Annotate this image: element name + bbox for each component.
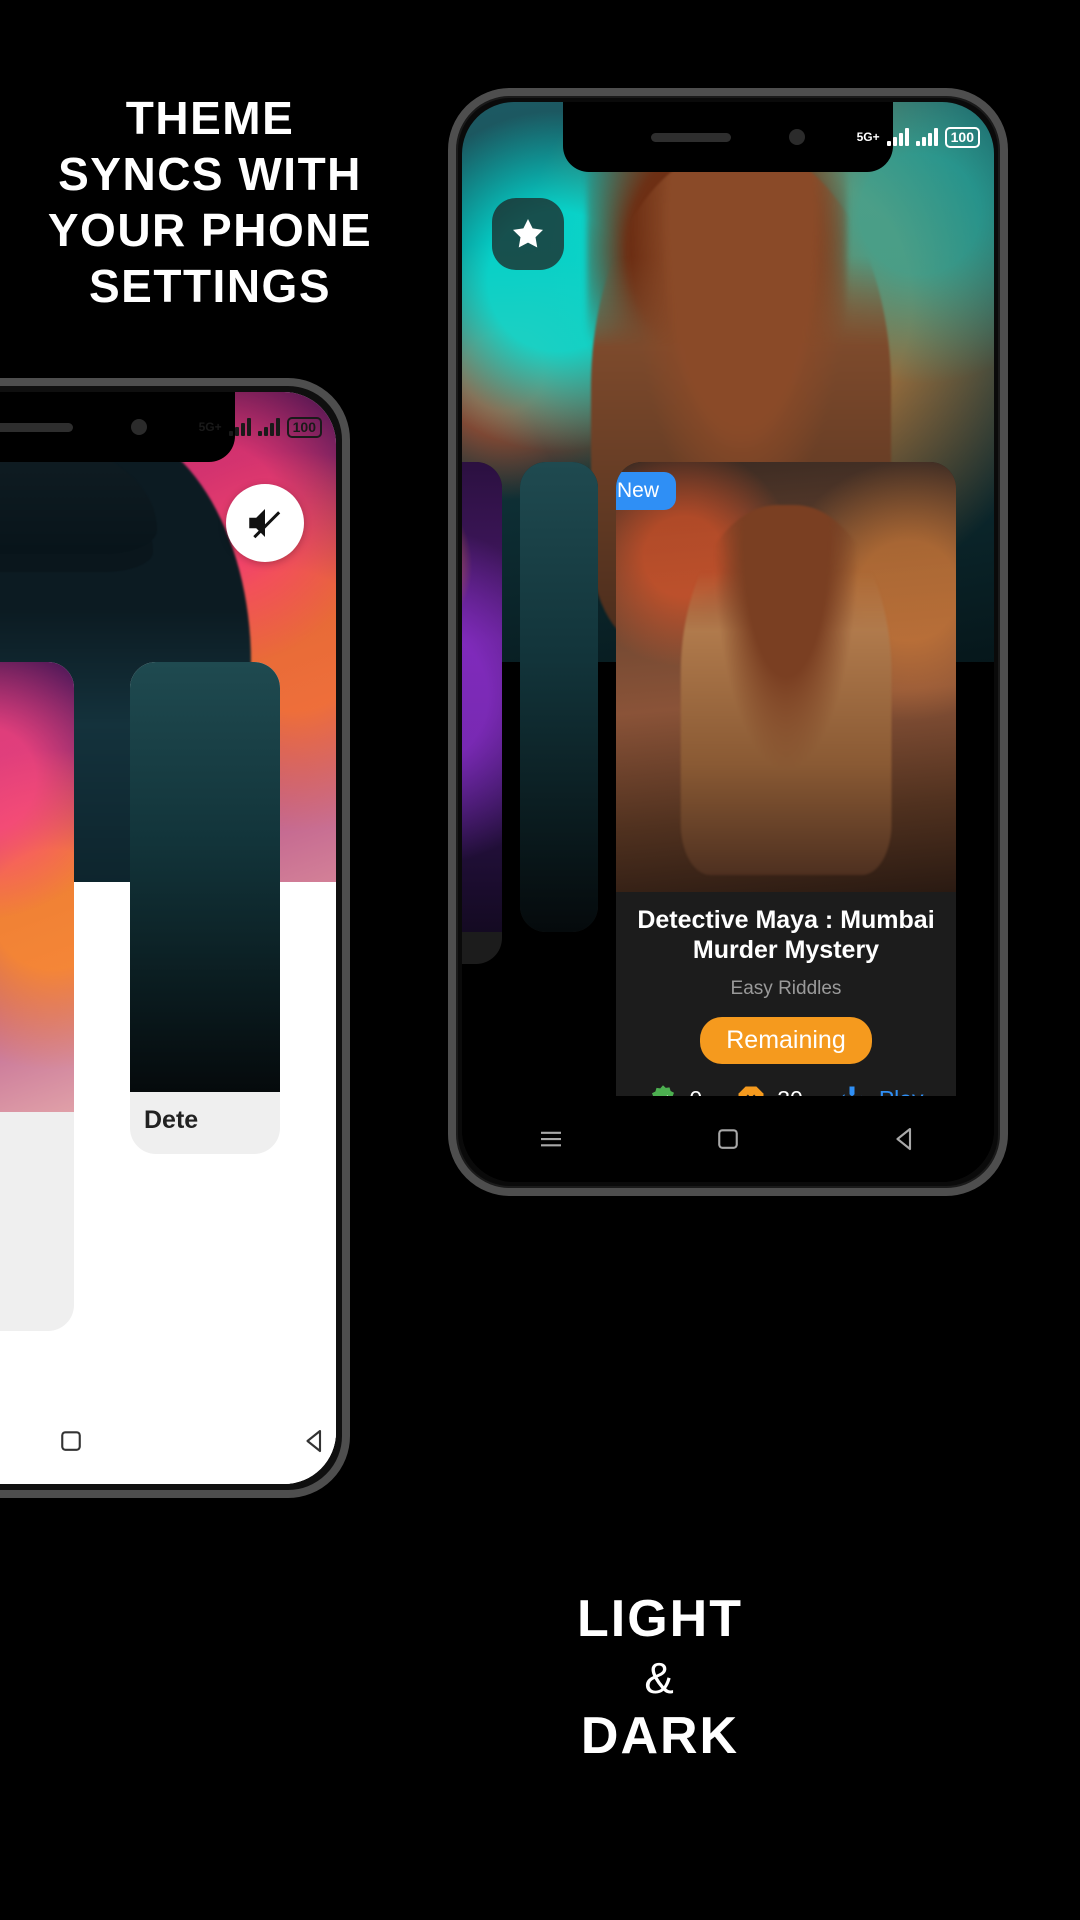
dark-android-navbar[interactable]	[462, 1096, 994, 1182]
phone-side-button-volume-up[interactable]	[448, 382, 449, 468]
card-title: Detective Maya : Mumbai Murder Mystery	[637, 906, 935, 964]
home-button[interactable]	[54, 1424, 88, 1458]
card-subtitle: Easy Riddles	[730, 978, 842, 999]
front-camera	[789, 129, 805, 145]
card-detective-maya[interactable]: New Detective Maya : Mumbai Murder Myste…	[616, 462, 956, 1132]
network-label: 5G+	[856, 130, 880, 144]
caption-ampersand: &	[644, 1653, 676, 1703]
card-meta: Murder Mysteries Interesting. Completed …	[0, 1112, 74, 1331]
card-thumbnail: LERLIT MEVAIN	[0, 662, 74, 1112]
card-meta	[462, 932, 502, 964]
headline-line-3: YOUR PHONE	[47, 204, 373, 257]
thumbnail-overlay-text: LERLIT MEVAIN	[0, 1041, 74, 1072]
headline: THEME SYNCS WITH YOUR PHONE SETTINGS	[0, 90, 420, 314]
card-meta: Dete	[130, 1092, 280, 1154]
favorite-star-button[interactable]	[492, 198, 564, 270]
thumbnail-figure	[680, 505, 892, 875]
phone-side-button-volume-down[interactable]	[448, 488, 449, 574]
light-status-bar: 5G+ 100	[199, 392, 322, 462]
card-thumbnail	[462, 462, 502, 932]
card-title: Murder Mysteries	[0, 1126, 58, 1156]
signal-bars-secondary-icon	[257, 418, 280, 436]
light-card-carousel[interactable]: LERLIT MEVAIN Murder Mysteries Interesti…	[0, 662, 280, 1331]
card-thumbnail	[520, 462, 598, 932]
notch	[563, 102, 893, 172]
battery-indicator: 100	[286, 416, 322, 438]
volume-mute-icon	[249, 509, 281, 539]
light-theme-phone-mockup: 5G+ 100 LERLIT MEVAIN Murder Mysteries I…	[0, 378, 350, 1498]
dark-theme-phone-mockup: 5G+ 100 New Detective Maya: Mumbai Murd…	[448, 88, 1008, 1196]
card-stats-row: 0 Play	[0, 1283, 58, 1313]
signal-bars-icon	[886, 128, 909, 146]
earpiece-speaker	[651, 132, 731, 142]
card-subtitle: Interesting.	[0, 1169, 58, 1191]
card-thumbnail	[616, 462, 956, 892]
back-triangle-icon	[896, 1127, 912, 1151]
dark-card-carousel[interactable]: New Detective Maya : Mumbai Murder Myste…	[462, 462, 956, 1132]
light-android-navbar[interactable]	[0, 1398, 336, 1484]
network-label: 5G+	[198, 420, 222, 434]
star-icon	[513, 219, 543, 248]
card-detective-peek[interactable]: Dete	[130, 662, 280, 1154]
earpiece-speaker	[0, 422, 73, 432]
menu-button[interactable]	[534, 1122, 568, 1156]
back-triangle-icon	[306, 1429, 322, 1453]
back-button[interactable]	[888, 1122, 922, 1156]
phone-side-button-volume[interactable]	[349, 616, 350, 696]
card-title: Dete	[144, 1106, 199, 1134]
phone-side-button-power[interactable]	[349, 726, 350, 806]
home-square-icon	[61, 1431, 81, 1451]
card-murder-mysteries[interactable]: LERLIT MEVAIN Murder Mysteries Interesti…	[0, 662, 74, 1331]
card-halloween[interactable]	[462, 462, 502, 964]
headline-line-2: SYNCS WITH	[58, 148, 362, 201]
caption-dark: DARK	[580, 1706, 740, 1765]
menu-icon	[540, 1131, 561, 1147]
new-badge: New	[616, 472, 677, 510]
signal-bars-secondary-icon	[915, 128, 938, 146]
headline-line-1: THEME	[125, 92, 295, 144]
phone-side-button-silent[interactable]	[448, 286, 449, 342]
light-phone-screen: 5G+ 100 LERLIT MEVAIN Murder Mysteries I…	[0, 392, 336, 1484]
battery-indicator: 100	[944, 126, 980, 148]
signal-bars-icon	[228, 418, 251, 436]
front-camera	[131, 419, 147, 435]
back-button[interactable]	[298, 1424, 332, 1458]
card-teal-peek[interactable]	[520, 462, 598, 932]
dark-phone-screen: 5G+ 100 New Detective Maya: Mumbai Murd…	[462, 102, 994, 1182]
bottom-caption: LIGHT & DARK	[480, 1590, 840, 1767]
home-button[interactable]	[711, 1122, 745, 1156]
dark-status-bar: 5G+ 100	[857, 102, 980, 172]
caption-light: LIGHT	[577, 1590, 743, 1648]
home-square-icon	[718, 1129, 738, 1149]
headline-line-4: SETTINGS	[88, 260, 332, 313]
status-badge: Remaining	[700, 1017, 872, 1064]
card-thumbnail	[130, 662, 280, 1092]
mute-toggle-button[interactable]	[226, 484, 304, 562]
